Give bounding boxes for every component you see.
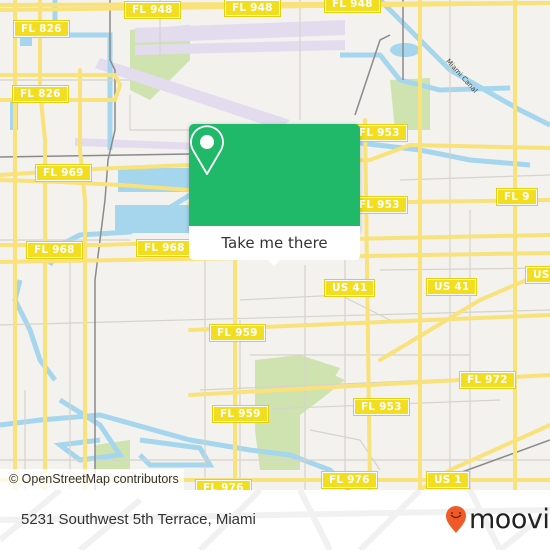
road-shield: FL 948 [125, 2, 180, 18]
road-shield: FL 953 [352, 197, 407, 213]
rail-line [354, 34, 391, 116]
rail-line [0, 153, 191, 158]
water [20, 38, 32, 46]
moovit-pin-icon [446, 506, 466, 533]
road-shield: US 41 [427, 279, 477, 295]
road-shield: FL 826 [14, 21, 69, 37]
attribution[interactable]: © OpenStreetMap contributors [0, 469, 184, 490]
road-shield: FL 968 [137, 240, 192, 256]
road-shield: FL 968 [27, 242, 82, 258]
popup-header [189, 124, 360, 226]
map[interactable]: FL 948 FL 948 FL 948 FL 826 FL 826 FL 96… [0, 0, 550, 490]
road-shield: FL 976 [196, 480, 251, 490]
road-shield: FL 953 [352, 125, 407, 141]
road-shield: FL 959 [210, 325, 265, 341]
coral-gables-canal [12, 279, 57, 382]
destination-popup: Take me there [189, 124, 360, 266]
road-shield: US 41 [526, 267, 550, 283]
take-me-there-label: Take me there [221, 234, 328, 252]
popup-pointer [266, 258, 282, 266]
attribution-text: © OpenStreetMap contributors [9, 472, 179, 486]
road-shield: FL 969 [36, 165, 91, 181]
runway [95, 58, 290, 130]
road-shield: US 41 [325, 280, 375, 296]
road-shield: FL 948 [325, 0, 380, 12]
road-shield: FL 976 [322, 472, 377, 488]
map-pin-icon [190, 125, 224, 175]
road-shield: US 1 [427, 472, 469, 488]
moovit-logo[interactable]: moovit [445, 506, 550, 534]
water [390, 43, 420, 57]
runway [75, 138, 200, 150]
road-shield: FL 826 [13, 86, 68, 102]
runway [135, 20, 345, 43]
road-shield: FL 9 [497, 189, 537, 205]
moovit-logo-text: moovit [469, 504, 550, 535]
road-shield: FL 959 [213, 406, 268, 422]
address-text: 5231 Southwest 5th Terrace, Miami [21, 511, 256, 528]
take-me-there-button[interactable]: Take me there [189, 226, 360, 260]
road-shield: FL 953 [354, 399, 409, 415]
footer: 5231 Southwest 5th Terrace, Miami moovit [0, 490, 550, 550]
road-shield: FL 972 [460, 372, 515, 388]
road-shield: FL 948 [225, 0, 280, 16]
road-fl-953 [363, 118, 372, 490]
